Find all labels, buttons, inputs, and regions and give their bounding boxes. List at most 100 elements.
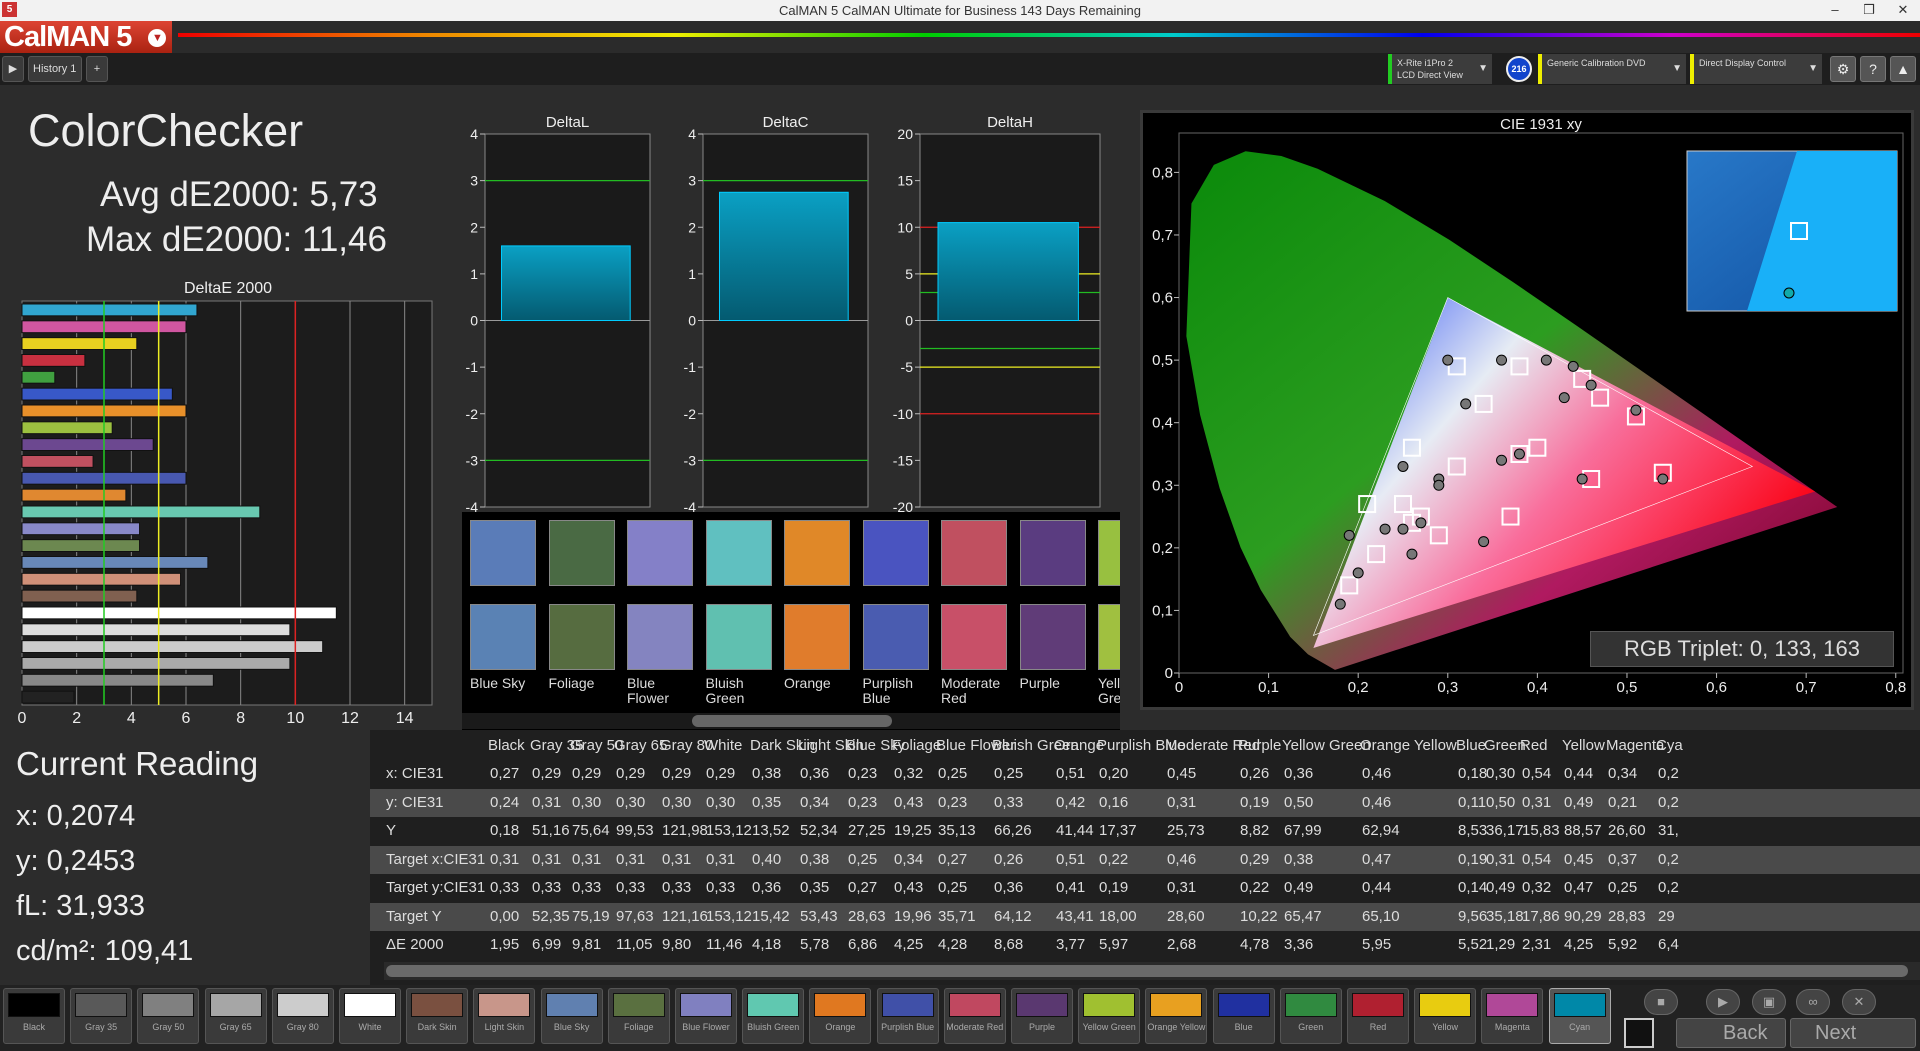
- patch-label: Dark Skin: [417, 1022, 457, 1032]
- table-cell: 0,31: [490, 850, 520, 868]
- help-icon[interactable]: ?: [1860, 56, 1886, 82]
- patch-button-yellow-green[interactable]: Yellow Green: [1078, 988, 1141, 1044]
- next-button[interactable]: Next: [1790, 1018, 1916, 1048]
- table-scrollbar[interactable]: [384, 962, 1920, 980]
- column-header[interactable]: Purple: [1238, 737, 1281, 754]
- table-cell: 5,52: [1458, 936, 1488, 953]
- table-cell: 0,16: [1099, 793, 1129, 811]
- x-tick-label: 2: [72, 710, 81, 725]
- patch-button-blue-flower[interactable]: Blue Flower: [675, 988, 737, 1044]
- swatch-label: Foliage: [548, 675, 595, 691]
- patch-button-blue-sky[interactable]: Blue Sky: [540, 988, 603, 1044]
- patch-button-dark-skin[interactable]: Dark Skin: [406, 988, 469, 1044]
- maximize-button[interactable]: ❒: [1852, 0, 1886, 21]
- patch-button-white[interactable]: White: [339, 988, 401, 1044]
- patch-button-green[interactable]: Green: [1279, 988, 1342, 1044]
- bar: [21, 303, 198, 317]
- column-header[interactable]: White: [704, 737, 742, 754]
- meter-selector[interactable]: X-Rite i1Pro 2 LCD Direct View ▼: [1388, 54, 1492, 84]
- scrollbar-thumb[interactable]: [386, 965, 1908, 977]
- patch-label: Purplish Blue: [881, 1022, 935, 1032]
- column-header[interactable]: Orange Yellow: [1360, 737, 1457, 754]
- add-tab-icon[interactable]: +: [86, 56, 108, 82]
- column-header[interactable]: Yellow Green: [1282, 737, 1371, 754]
- table-cell: 0,31: [616, 850, 646, 868]
- column-header[interactable]: Cya: [1656, 737, 1683, 754]
- patch-button-moderate-red[interactable]: Moderate Red: [943, 988, 1006, 1044]
- device-badge[interactable]: 216: [1506, 56, 1532, 82]
- stop-icon[interactable]: ■: [1644, 989, 1678, 1015]
- table-cell: 0,22: [1240, 879, 1270, 896]
- measured-point: [1576, 473, 1588, 485]
- table-cell: 0,31: [572, 850, 602, 868]
- patch-button-magenta[interactable]: Magenta: [1481, 988, 1544, 1044]
- x-tick-label: 4: [127, 710, 136, 725]
- patch-button-foliage[interactable]: Foliage: [607, 988, 670, 1044]
- patch-color: [1486, 993, 1539, 1017]
- measured-swatch: [705, 604, 772, 670]
- collapse-icon[interactable]: ▲: [1890, 56, 1916, 82]
- table-cell: 11,46: [706, 936, 743, 953]
- table-cell: 0,49: [1486, 879, 1516, 896]
- calman-logo-menu[interactable]: CalMAN 5 ▼: [0, 21, 172, 53]
- patch-button-yellow[interactable]: Yellow: [1414, 988, 1477, 1044]
- table-cell: 0,36: [994, 879, 1024, 896]
- table-cell: 52,35: [532, 907, 570, 925]
- play-icon[interactable]: ▶: [1706, 989, 1740, 1015]
- patch-button-black[interactable]: Black: [3, 988, 65, 1044]
- x-tick-label: 0,4: [1527, 679, 1548, 696]
- table-header-row: Black Gray 35 Gray 50 Gray 65 Gray 80 White Da…: [370, 732, 1920, 760]
- table-cell: 0,38: [752, 765, 782, 782]
- display-selector[interactable]: Direct Display Control ▼: [1690, 54, 1822, 84]
- table-cell: 0,46: [1362, 765, 1392, 782]
- play-icon[interactable]: ▶: [2, 56, 24, 82]
- settings-icon[interactable]: ⚙: [1830, 56, 1856, 82]
- patch-color: [1150, 993, 1203, 1017]
- patch-button-light-skin[interactable]: Light Skin: [473, 988, 536, 1044]
- patch-color: [1419, 993, 1472, 1017]
- row-label: x: CIE31: [386, 765, 444, 782]
- patch-button-purplish-blue[interactable]: Purplish Blue: [876, 988, 939, 1044]
- patch-button-purple[interactable]: Purple: [1011, 988, 1073, 1044]
- tab-history[interactable]: History 1: [28, 56, 82, 82]
- y-tick-label: -1: [684, 359, 697, 375]
- column-header[interactable]: Black: [488, 737, 525, 754]
- patch-button-red[interactable]: Red: [1347, 988, 1409, 1044]
- y-tick-label: -15: [893, 452, 913, 468]
- measured-point: [1630, 404, 1642, 416]
- table-cell: 0,2: [1658, 850, 1679, 868]
- patch-button-gray-50[interactable]: Gray 50: [137, 988, 200, 1044]
- patch-color: [209, 993, 262, 1017]
- loop-icon[interactable]: ∞: [1796, 989, 1830, 1015]
- patch-button-gray-35[interactable]: Gray 35: [70, 988, 133, 1044]
- patch-button-orange-yellow[interactable]: Orange Yellow: [1145, 988, 1208, 1044]
- y-tick-label: 0: [470, 313, 478, 329]
- delete-icon[interactable]: ✕: [1842, 989, 1876, 1015]
- patch-button-gray-80[interactable]: Gray 80: [271, 988, 334, 1044]
- patch-button-gray-65[interactable]: Gray 65: [204, 988, 267, 1044]
- save-icon[interactable]: ▣: [1752, 989, 1786, 1015]
- back-button[interactable]: Back: [1676, 1018, 1786, 1048]
- swatch-scrollbar[interactable]: [462, 713, 1120, 729]
- table-cell: 0,32: [1522, 879, 1552, 896]
- stop-square-icon[interactable]: [1624, 1018, 1654, 1048]
- close-button[interactable]: ✕: [1886, 0, 1920, 21]
- table-cell: 6,99: [532, 936, 562, 953]
- table-cell: 0,27: [490, 765, 520, 782]
- column-header[interactable]: Red: [1520, 737, 1548, 754]
- column-header[interactable]: Blue: [1456, 737, 1486, 754]
- column-header[interactable]: Yellow: [1562, 737, 1605, 754]
- table-cell: 0,31: [1522, 793, 1552, 811]
- column-header[interactable]: Foliage: [892, 737, 941, 754]
- patch-button-bluish-green[interactable]: Bluish Green: [742, 988, 805, 1044]
- source-selector[interactable]: Generic Calibration DVD ▼: [1538, 54, 1686, 84]
- patch-button-orange[interactable]: Orange: [809, 988, 872, 1044]
- patch-button-cyan[interactable]: Cyan: [1548, 988, 1611, 1044]
- x-tick-label: 0,2: [1348, 679, 1369, 696]
- minimize-button[interactable]: –: [1818, 0, 1852, 21]
- chart-title: DeltaL: [546, 114, 589, 131]
- bar: [21, 354, 86, 367]
- patch-button-blue[interactable]: Blue: [1212, 988, 1275, 1044]
- y-tick-label: 1: [470, 266, 478, 282]
- scrollbar-thumb[interactable]: [692, 715, 892, 727]
